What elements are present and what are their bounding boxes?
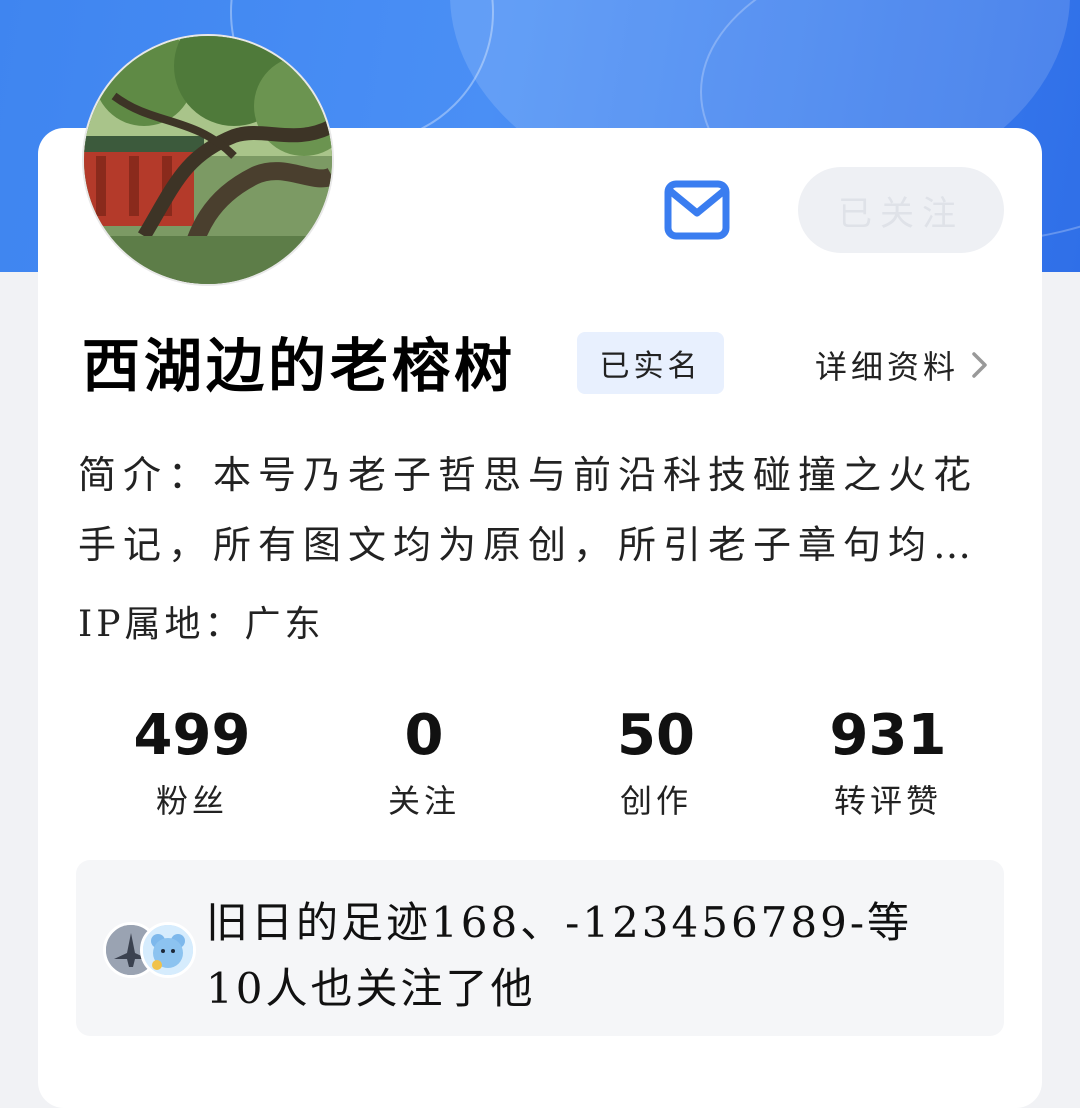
avatar [140,922,196,978]
ip-location: IP属地：广东 [78,604,325,645]
stat-label: 转评赞 [833,782,942,820]
stat-value: 499 [133,703,251,768]
stat-fans[interactable]: 499 粉丝 [76,700,308,830]
bear-icon [143,925,193,975]
stat-creations[interactable]: 50 创作 [540,700,772,830]
avatar[interactable] [82,34,334,286]
stat-value: 931 [829,703,947,768]
stat-label: 创作 [619,782,692,820]
profile-name: 西湖边的老榕树 [82,332,517,400]
detail-link[interactable]: 详细资料 [815,340,991,390]
stat-label: 粉丝 [155,782,228,820]
mutual-followers[interactable]: 旧日的足迹168、-123456789-等10人也关注了他 [76,860,1004,1036]
stat-value: 0 [404,703,444,768]
stat-following[interactable]: 0 关注 [308,700,540,830]
verified-badge: 已实名 [577,332,724,394]
mail-icon [664,180,730,240]
mutual-followers-text: 旧日的足迹168、-123456789-等10人也关注了他 [206,898,913,1013]
message-button[interactable] [664,180,730,240]
stat-value: 50 [617,703,695,768]
profile-bio[interactable]: 简介：本号乃老子哲思与前沿科技碰撞之火花手记，所有图文均为原创，所引老子章句均出… [78,440,1003,580]
chevron-right-icon [972,352,987,378]
follow-button[interactable]: 已关注 [798,167,1004,253]
stat-likes[interactable]: 931 转评赞 [772,700,1004,830]
stats-row: 499 粉丝 0 关注 50 创作 931 转评赞 [76,700,1004,830]
stat-label: 关注 [387,782,460,820]
avatar-image [84,36,332,284]
detail-link-label: 详细资料 [815,348,960,386]
